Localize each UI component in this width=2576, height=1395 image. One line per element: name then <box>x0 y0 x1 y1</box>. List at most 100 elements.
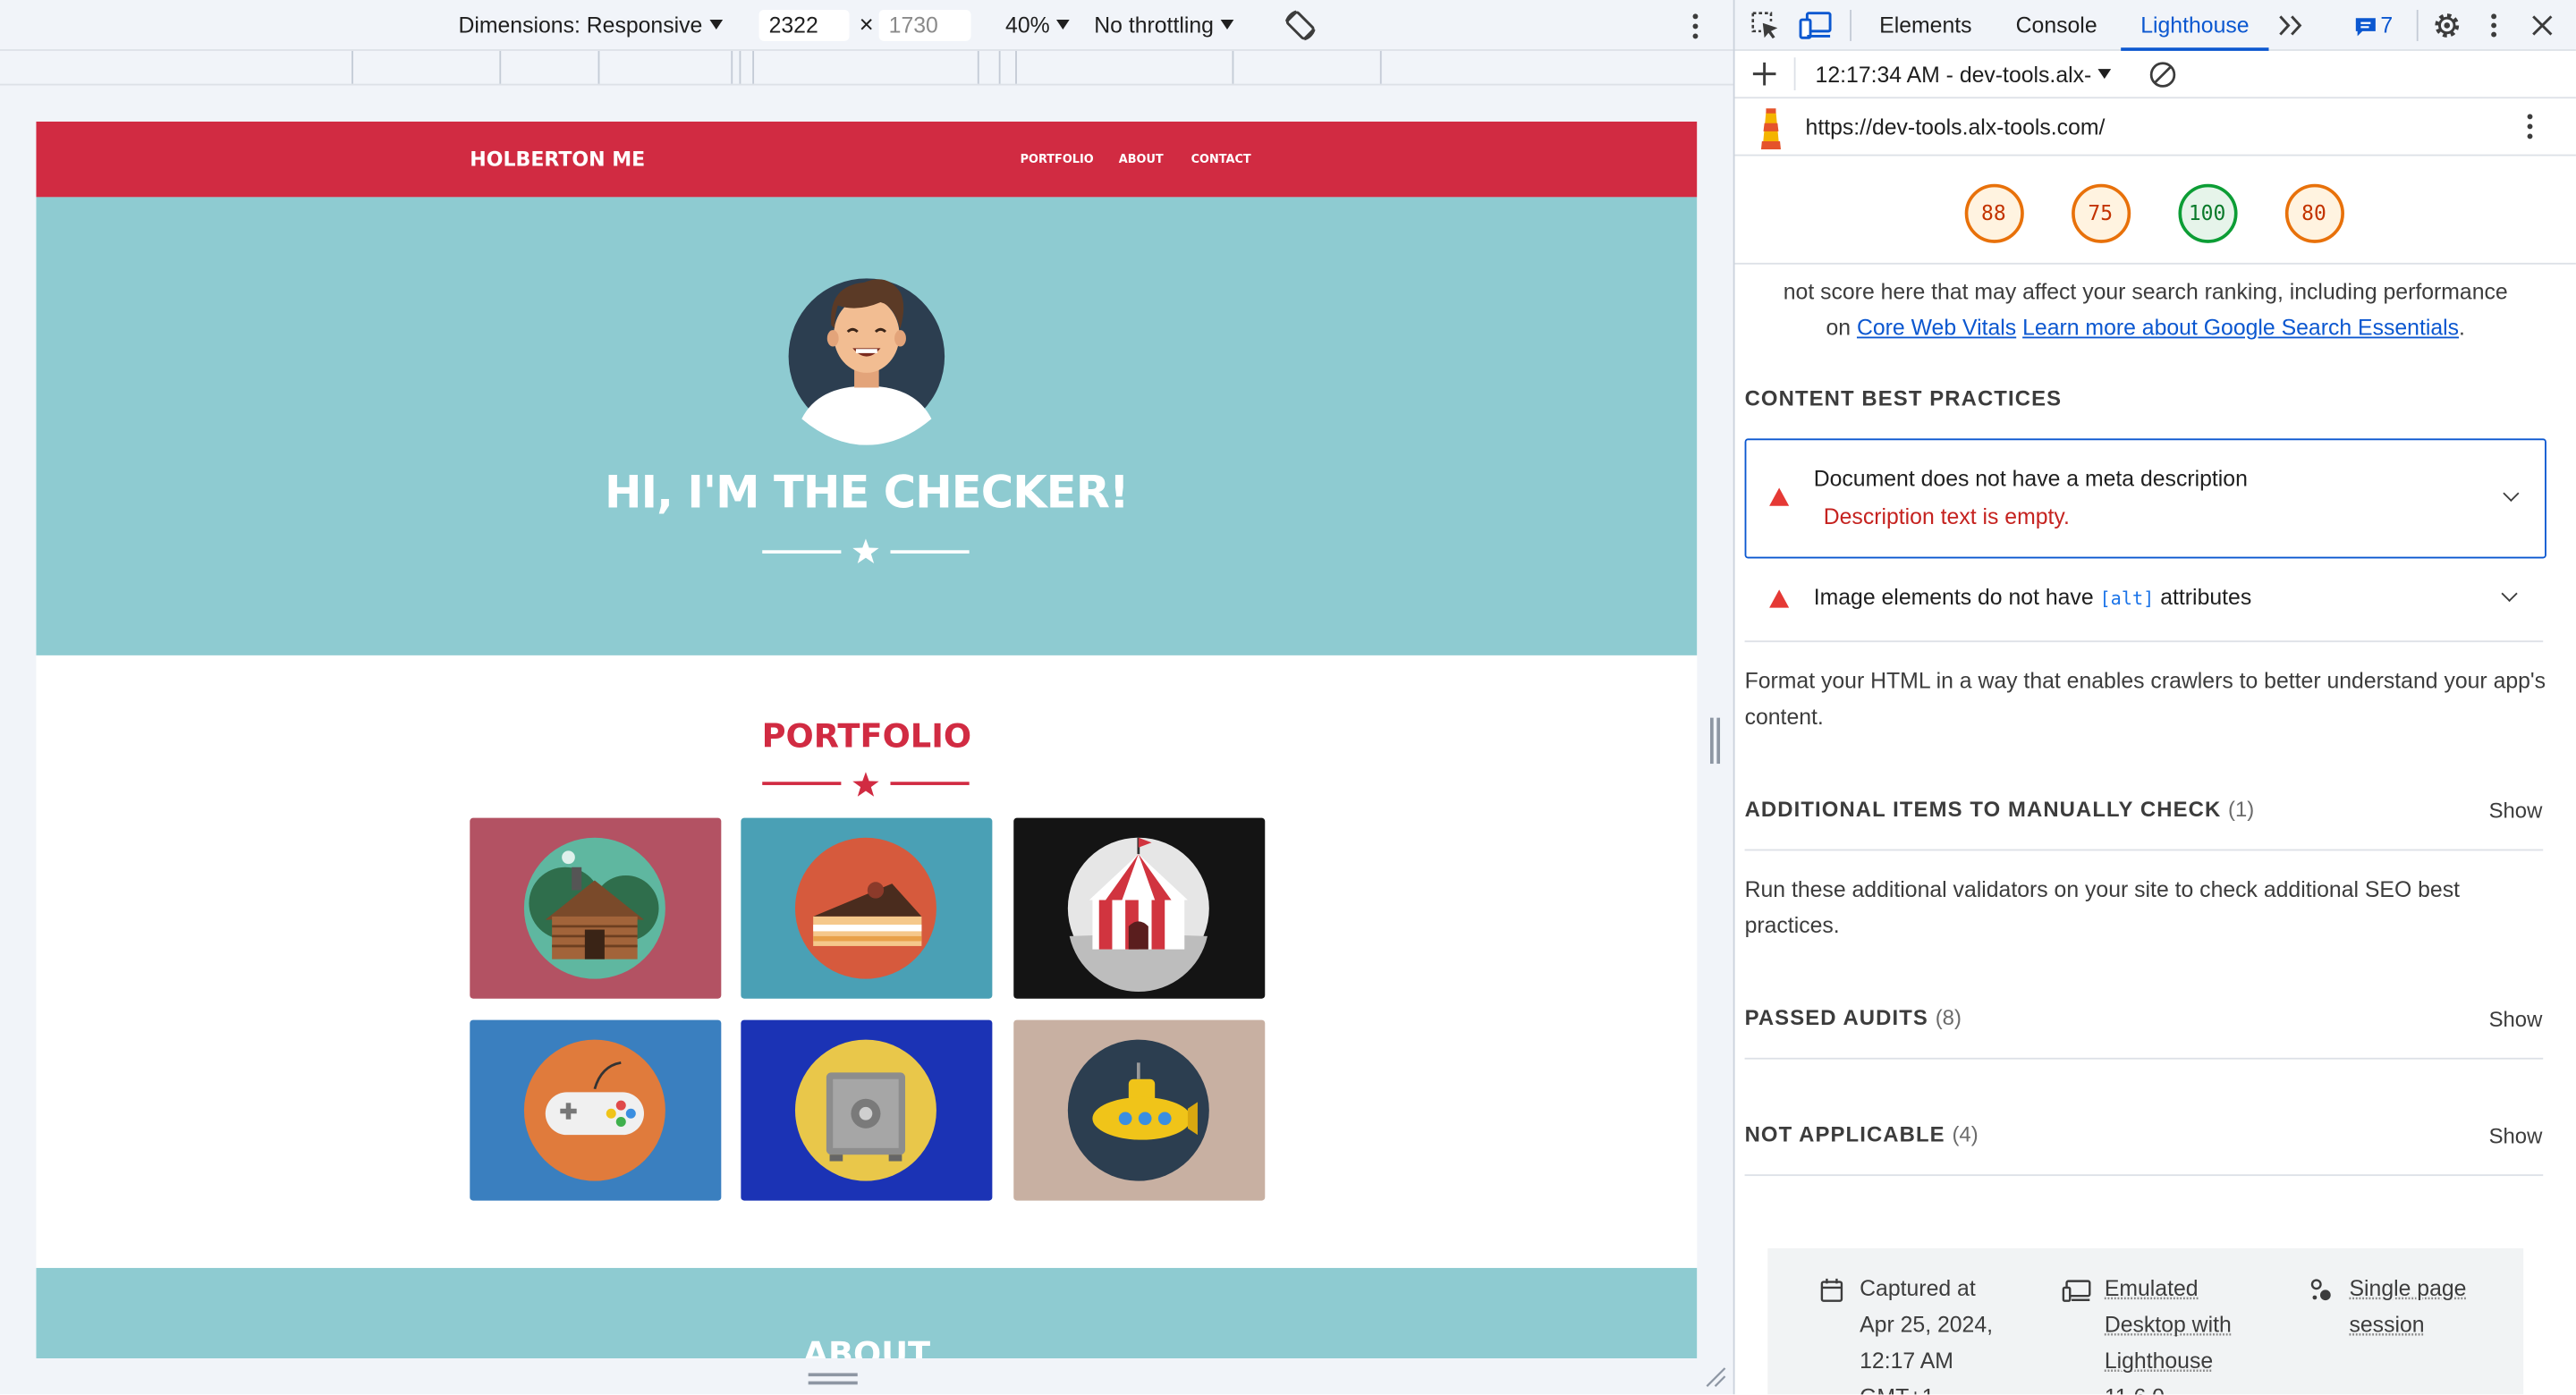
height-input[interactable]: 1730 <box>878 10 971 41</box>
tab-console[interactable]: Console <box>2016 0 2097 51</box>
chevron-down-icon <box>2097 69 2112 80</box>
audit-meta-title: Document does not have a meta descriptio… <box>1813 466 2248 492</box>
portfolio-tile-4[interactable] <box>470 1019 722 1201</box>
star-icon <box>852 772 879 797</box>
portfolio-tile-5[interactable] <box>741 1019 993 1201</box>
audit-meta-description[interactable]: Document does not have a meta descriptio… <box>1744 438 2546 559</box>
about-title: ABOUT <box>802 1333 931 1358</box>
chevron-down-icon <box>2503 485 2520 503</box>
device-toggle-icon[interactable] <box>1799 12 1832 39</box>
device-toolbar: Dimensions: Responsive 2322 × 1730 40% N… <box>0 0 1735 51</box>
warning-triangle-icon <box>1769 589 1790 608</box>
throttling-label: No throttling <box>1094 13 1214 38</box>
nav-link-portfolio[interactable]: PORTFOLIO <box>1021 122 1094 197</box>
more-options-icon[interactable] <box>1684 12 1707 41</box>
rotate-icon[interactable] <box>1283 8 1318 43</box>
throttling-dropdown[interactable]: No throttling <box>1094 0 1233 51</box>
cabin-icon <box>523 837 665 979</box>
not-applicable-heading: NOT APPLICABLE (4) <box>1744 1121 1979 1147</box>
accessibility-score: 75 <box>2088 199 2114 224</box>
chevron-down-icon <box>1056 20 1070 30</box>
portfolio-tile-6[interactable] <box>1013 1019 1266 1201</box>
devtools-panel: Elements Console Lighthouse 7 12:17:34 A… <box>1734 0 2576 1395</box>
issues-icon[interactable] <box>2354 16 2377 38</box>
inspect-element-icon[interactable] <box>1751 12 1779 39</box>
avatar <box>788 278 945 445</box>
accessibility-score-gauge[interactable]: 75 <box>2072 183 2131 243</box>
dimensions-label: Dimensions: Responsive <box>458 13 703 38</box>
width-input[interactable]: 2322 <box>758 10 850 41</box>
report-menu-icon[interactable] <box>2523 112 2537 141</box>
format-html-text: Format your HTML in a way that enables c… <box>1744 668 2546 730</box>
portfolio-divider-left <box>762 782 842 785</box>
core-web-vitals-link[interactable]: Core Web Vitals <box>1857 316 2016 341</box>
manual-check-show-button[interactable]: Show <box>2489 799 2543 824</box>
zoom-dropdown[interactable]: 40% <box>1005 0 1070 51</box>
single-page-session[interactable]: Single page session <box>2349 1272 2466 1344</box>
audit-alt-title: Image elements do not have [alt] attribu… <box>1813 584 2252 610</box>
best-practices-score-gauge[interactable]: 100 <box>2178 183 2238 243</box>
close-icon[interactable] <box>2531 15 2553 37</box>
safe-icon <box>794 1039 936 1181</box>
seo-intro-text: not score here that may affect your sear… <box>1783 279 2508 304</box>
hero-title: HI, I'M THE CHECKER! <box>604 468 1130 520</box>
report-selector[interactable]: 12:17:34 AM - dev-tools.alx- <box>1816 51 2112 98</box>
lighthouse-toolbar: 12:17:34 AM - dev-tools.alx- <box>1734 50 2576 99</box>
portfolio-tile-2[interactable] <box>741 817 993 999</box>
site-brand[interactable]: HOLBERTON ME <box>470 122 645 197</box>
session-icon <box>2310 1279 2331 1301</box>
hero-divider-right <box>890 550 970 554</box>
calendar-icon <box>1820 1278 1843 1302</box>
report-url-bar: https://dev-tools.alx-tools.com/ <box>1734 98 2576 156</box>
settings-gear-icon[interactable] <box>2431 10 2462 41</box>
search-essentials-link[interactable]: Learn more about Google Search Essential… <box>2022 316 2459 341</box>
nav-link-about[interactable]: ABOUT <box>1119 122 1164 197</box>
portfolio-divider-right <box>890 782 970 785</box>
portfolio-tile-1[interactable] <box>470 817 722 999</box>
emulated-page: HOLBERTON ME PORTFOLIO ABOUT CONTACT HI,… <box>36 121 1698 1358</box>
devtools-tabbar: Elements Console Lighthouse 7 <box>1734 0 2576 51</box>
seo-score-gauge[interactable]: 80 <box>2284 183 2344 243</box>
score-gauges: 88 75 100 80 <box>1734 156 2576 265</box>
emulated-device[interactable]: Emulated Desktop with Lighthouse 11.6.0 <box>2105 1272 2232 1394</box>
clear-reports-icon[interactable] <box>2148 61 2176 89</box>
report-time: 12:17:34 AM - dev-tools.alx- <box>1815 62 2092 88</box>
audit-meta-detail: Description text is empty. <box>1823 503 2070 529</box>
media-query-ruler[interactable] <box>0 50 1735 86</box>
portfolio-tile-3[interactable] <box>1013 817 1266 999</box>
passed-audits-show-button[interactable]: Show <box>2489 1007 2543 1032</box>
warning-triangle-icon <box>1769 487 1790 506</box>
not-applicable-show-button[interactable]: Show <box>2489 1123 2543 1148</box>
issues-count[interactable]: 7 <box>2380 0 2393 51</box>
performance-score-gauge[interactable]: 88 <box>1964 183 2024 243</box>
more-tabs-icon[interactable] <box>2279 15 2305 37</box>
dimension-times: × <box>859 11 874 40</box>
tab-elements[interactable]: Elements <box>1879 0 1971 51</box>
gamepad-icon <box>523 1039 665 1181</box>
portfolio-title: PORTFOLIO <box>761 715 972 756</box>
customize-menu-icon[interactable] <box>2487 12 2501 39</box>
hero-divider-left <box>762 550 842 554</box>
content-best-practices-heading: CONTENT BEST PRACTICES <box>1744 385 2063 411</box>
passed-audits-heading: PASSED AUDITS (8) <box>1744 1005 1962 1030</box>
audit-image-alt[interactable]: Image elements do not have [alt] attribu… <box>1745 558 2546 640</box>
bottom-resize-handle[interactable] <box>808 1373 858 1386</box>
dimensions-dropdown[interactable]: Dimensions: Responsive <box>458 0 723 51</box>
intro-period: . <box>2459 315 2465 341</box>
tab-lighthouse[interactable]: Lighthouse <box>2121 0 2269 51</box>
zoom-label: 40% <box>1005 13 1050 38</box>
best-practices-score: 100 <box>2188 199 2226 224</box>
site-navbar: HOLBERTON ME PORTFOLIO ABOUT CONTACT <box>36 121 1698 198</box>
report-url[interactable]: https://dev-tools.alx-tools.com/ <box>1806 98 2106 156</box>
chevron-down-icon <box>1220 20 1233 30</box>
alt-code: [alt] <box>2099 588 2155 610</box>
panel-resize-handle[interactable] <box>1710 717 1720 765</box>
chevron-down-icon <box>708 20 723 30</box>
new-report-plus-icon[interactable] <box>1752 62 1776 86</box>
manual-check-heading: ADDITIONAL ITEMS TO MANUALLY CHECK (1) <box>1744 796 2255 822</box>
nav-link-contact[interactable]: CONTACT <box>1191 122 1251 197</box>
chevron-down-icon <box>2501 585 2518 603</box>
resize-corner-icon[interactable] <box>1702 1363 1728 1389</box>
submarine-icon <box>1067 1039 1209 1181</box>
desktop-icon <box>2062 1280 2091 1302</box>
